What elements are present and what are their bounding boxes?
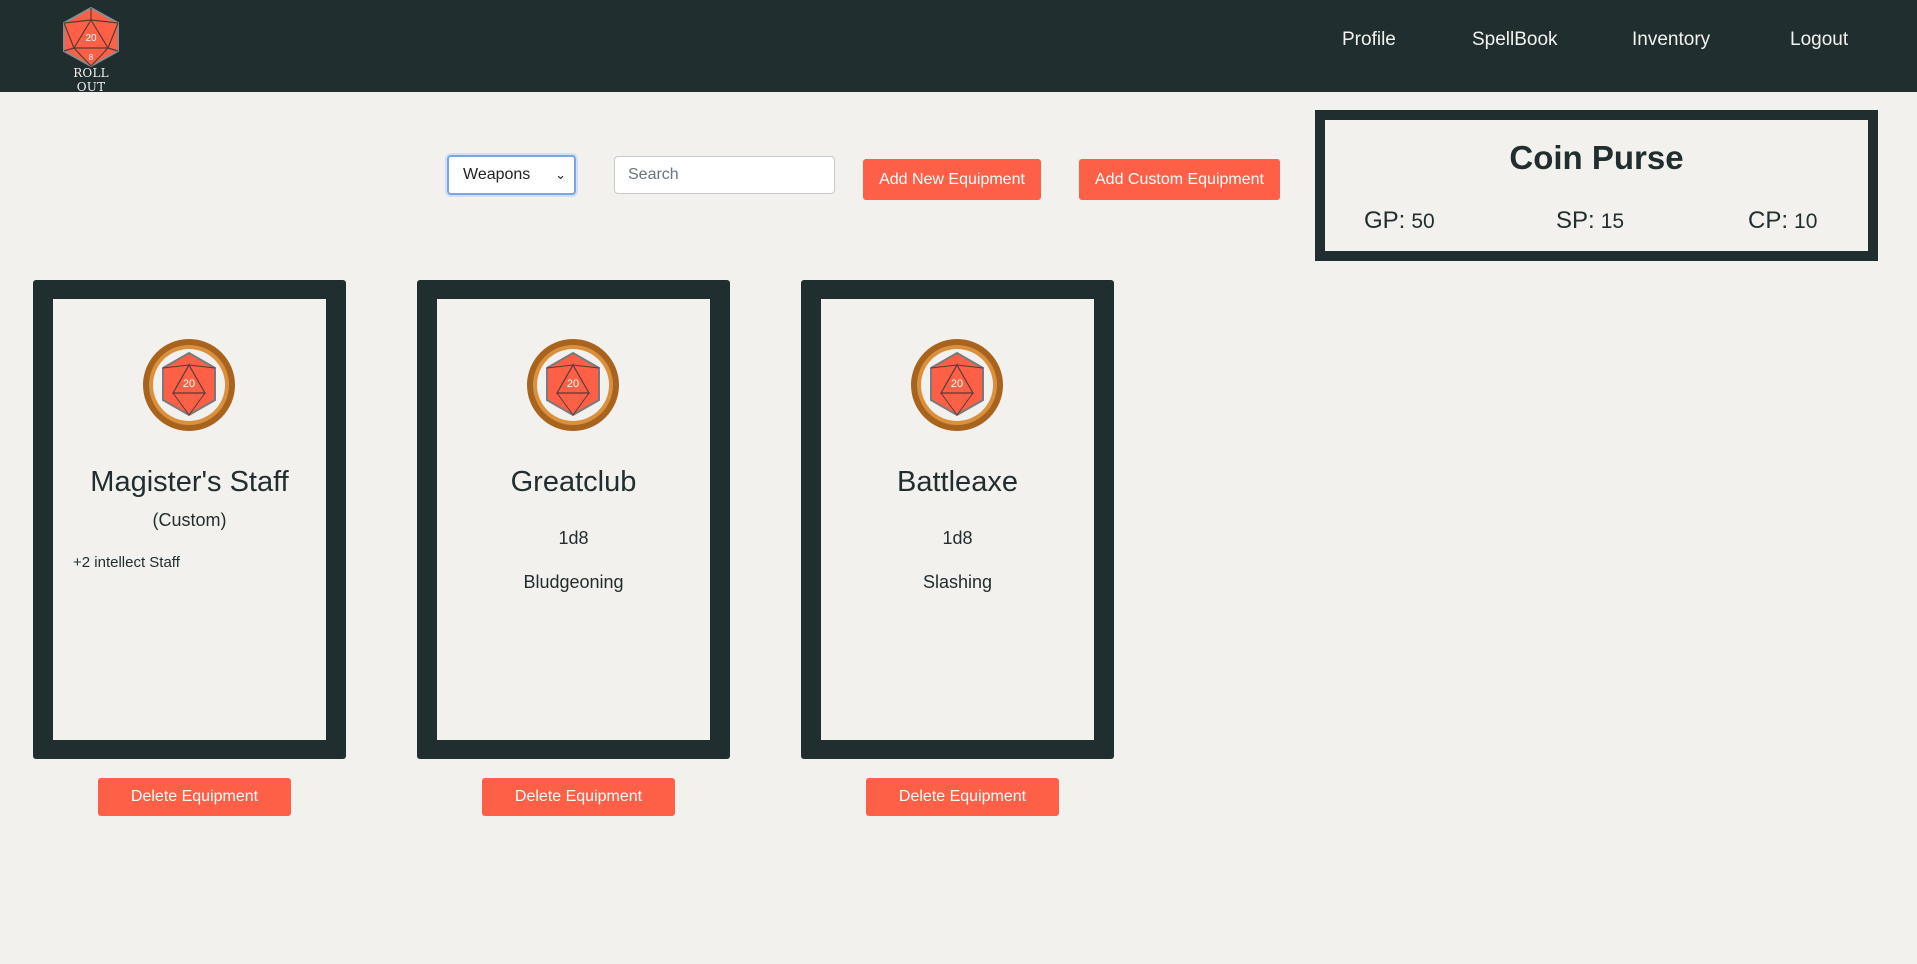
nav-spellbook[interactable]: SpellBook	[1472, 29, 1558, 51]
card-body: 20 Battleaxe 1d8 Slashing	[821, 299, 1094, 740]
roll-out-logo[interactable]: 20 8 ROLL OUT	[58, 6, 124, 94]
gp-label: GP:	[1364, 207, 1406, 234]
svg-text:20: 20	[951, 378, 963, 390]
equipment-card[interactable]: 20 Greatclub 1d8 Bludgeoning	[417, 280, 730, 759]
equipment-description: +2 intellect Staff	[73, 554, 180, 571]
svg-text:20: 20	[567, 378, 579, 390]
gp-value: 50	[1411, 210, 1435, 233]
navbar: 20 8 ROLL OUT Profile SpellBook Inventor…	[0, 0, 1917, 94]
delete-equipment-button[interactable]: Delete Equipment	[866, 778, 1059, 816]
equipment-name: Greatclub	[510, 466, 637, 498]
category-select-value: Weapons	[463, 166, 531, 183]
search-input[interactable]: Search	[614, 156, 835, 194]
svg-text:20: 20	[183, 378, 195, 390]
delete-equipment-button[interactable]: Delete Equipment	[482, 778, 675, 816]
chevron-down-icon: ⌄	[555, 167, 566, 182]
sp-label: SP:	[1556, 207, 1595, 234]
d20-icon: 20	[527, 339, 619, 431]
equipment-damage: 1d8	[558, 528, 589, 548]
silver-pieces: SP: 15	[1556, 207, 1624, 235]
d20-logo-icon: 20 8	[63, 6, 119, 68]
category-select[interactable]: Weapons ⌄	[447, 155, 576, 195]
gold-pieces: GP: 50	[1364, 207, 1435, 235]
equipment-card[interactable]: 20 Battleaxe 1d8 Slashing	[801, 280, 1114, 759]
equipment-name: Battleaxe	[897, 466, 1018, 498]
equipment-damage-type: Slashing	[922, 572, 993, 592]
svg-text:20: 20	[85, 33, 97, 44]
equipment-name: Magister's Staff	[90, 466, 289, 498]
add-new-equipment-button[interactable]: Add New Equipment	[863, 159, 1041, 200]
copper-pieces: CP: 10	[1748, 207, 1817, 235]
nav-logout[interactable]: Logout	[1790, 29, 1848, 51]
delete-equipment-button[interactable]: Delete Equipment	[98, 778, 291, 816]
svg-text:8: 8	[89, 53, 94, 62]
cp-label: CP:	[1748, 207, 1789, 234]
d20-icon: 20	[911, 339, 1003, 431]
coin-purse-title: Coin Purse	[1509, 139, 1684, 176]
equipment-subtitle: (Custom)	[152, 510, 227, 530]
logo-text: ROLL OUT	[73, 66, 109, 94]
search-placeholder: Search	[628, 166, 679, 183]
equipment-damage: 1d8	[942, 528, 973, 548]
nav-inventory[interactable]: Inventory	[1632, 29, 1710, 51]
sp-value: 15	[1600, 210, 1625, 233]
nav-profile[interactable]: Profile	[1342, 29, 1396, 51]
card-body: 20 Magister's Staff (Custom) +2 intellec…	[53, 299, 326, 740]
coin-purse-panel: Coin Purse GP: 50 SP: 15 CP: 10	[1315, 110, 1878, 261]
add-custom-equipment-button[interactable]: Add Custom Equipment	[1079, 159, 1280, 200]
equipment-card[interactable]: 20 Magister's Staff (Custom) +2 intellec…	[33, 280, 346, 759]
d20-icon: 20	[143, 339, 235, 431]
card-body: 20 Greatclub 1d8 Bludgeoning	[437, 299, 710, 740]
equipment-damage-type: Bludgeoning	[523, 572, 624, 592]
cp-value: 10	[1794, 210, 1818, 233]
